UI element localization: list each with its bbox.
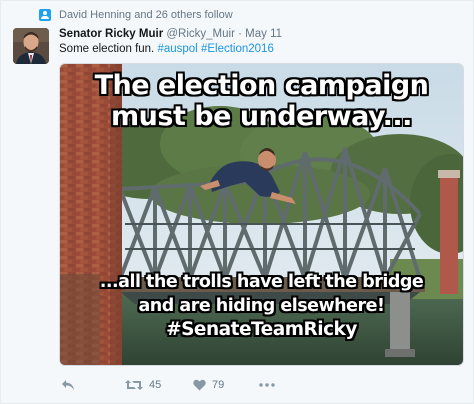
tweet-text: Some election fun. #auspol #Election2016 bbox=[59, 43, 274, 55]
like-button[interactable]: 79 bbox=[193, 375, 224, 395]
more-button[interactable] bbox=[259, 375, 275, 395]
tweet-media[interactable]: The election campaign must be underway..… bbox=[59, 63, 464, 366]
reply-icon bbox=[62, 380, 74, 390]
tweet-text-plain: Some election fun. bbox=[59, 43, 158, 55]
meme-bottom-text: ...all the trolls have left the bridge a… bbox=[60, 270, 463, 342]
retweet-button[interactable]: 45 bbox=[125, 375, 161, 395]
tweet-card[interactable]: David Henning and 26 others follow Senat… bbox=[0, 0, 474, 404]
meme-bottom-line-3: #SenateTeamRicky bbox=[166, 319, 357, 340]
meme-bottom-line-1: ...all the trolls have left the bridge bbox=[99, 272, 424, 292]
retweet-icon bbox=[125, 380, 143, 390]
meme-top-line-1: The election campaign bbox=[94, 70, 429, 101]
follow-icon bbox=[39, 9, 51, 21]
hashtag-election2016[interactable]: #Election2016 bbox=[201, 43, 274, 55]
tweet-header: Senator Ricky Muir @Ricky_Muir · May 11 bbox=[59, 28, 282, 40]
author-name[interactable]: Senator Ricky Muir bbox=[59, 28, 163, 40]
reply-button[interactable] bbox=[61, 375, 75, 395]
meme-bottom-line-2: and are hiding elsewhere! bbox=[138, 296, 385, 316]
like-count: 79 bbox=[212, 379, 225, 391]
avatar-image bbox=[13, 28, 49, 64]
social-context[interactable]: David Henning and 26 others follow bbox=[39, 8, 233, 22]
author-handle[interactable]: @Ricky_Muir bbox=[166, 28, 235, 40]
more-icon bbox=[259, 383, 275, 387]
meme-top-line-2: must be underway... bbox=[111, 101, 412, 132]
tweet-actions: 45 79 bbox=[59, 375, 359, 395]
avatar[interactable] bbox=[13, 28, 49, 64]
heart-icon bbox=[193, 379, 206, 391]
retweet-count: 45 bbox=[149, 379, 162, 391]
separator-dot: · bbox=[238, 28, 242, 40]
social-context-text: David Henning and 26 others follow bbox=[59, 9, 233, 21]
meme-top-text: The election campaign must be underway..… bbox=[60, 70, 463, 132]
hashtag-auspol[interactable]: #auspol bbox=[157, 43, 197, 55]
tweet-timestamp[interactable]: May 11 bbox=[245, 28, 282, 40]
